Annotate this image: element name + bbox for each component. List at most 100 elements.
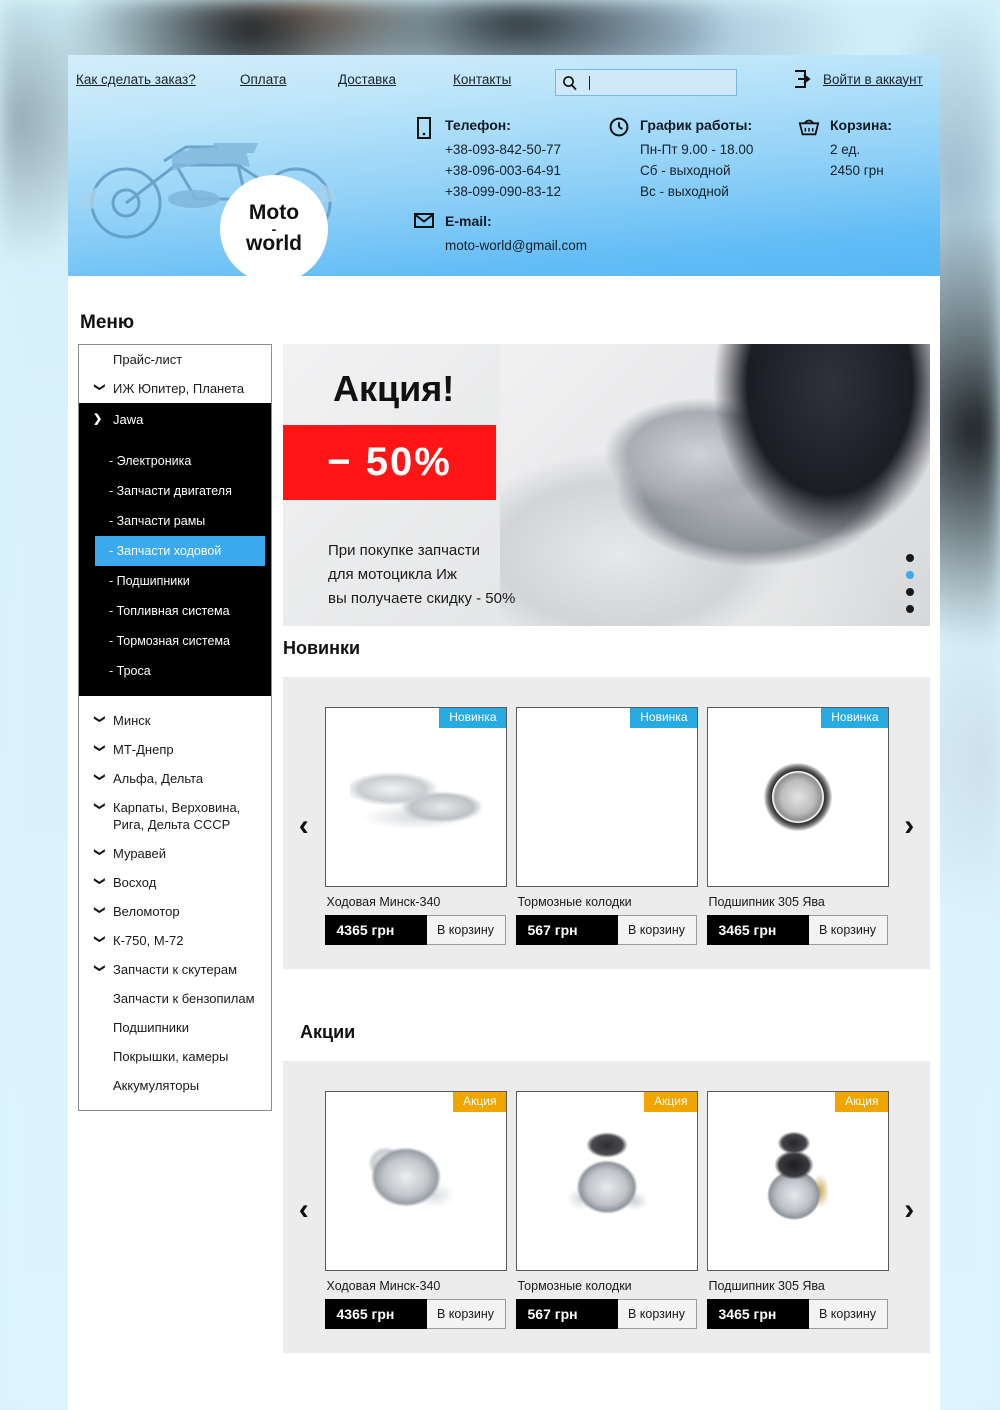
sidebar-item-bottom-8[interactable]: ❯ К-750, М-72 — [79, 926, 271, 955]
card-list: Акция Ходовая Минск-340 4365 грн В корзину А… — [324, 1091, 889, 1329]
nav-link-delivery[interactable]: Доставка — [338, 72, 396, 87]
phone-number-2[interactable]: +38-096-003-64-91 — [445, 160, 561, 181]
nav-link-payment[interactable]: Оплата — [240, 72, 286, 87]
menu-heading: Меню — [80, 312, 135, 333]
basket-icon — [798, 117, 820, 137]
search-input[interactable] — [590, 75, 720, 90]
sidebar-item-bottom-4[interactable]: ❯ Карпаты, Верховина, Рига, Дельта СССР — [79, 793, 271, 839]
phone-number-1[interactable]: +38-093-842-50-77 — [445, 139, 561, 160]
sidebar-subitem-6[interactable]: - Топливная система — [79, 596, 271, 626]
cart-total: 2450 грн — [830, 163, 884, 178]
product-name: Подшипник 305 Ява — [708, 1279, 825, 1293]
sidebar-subitem-2[interactable]: - Запчасти двигателя — [79, 476, 271, 506]
nav-link-how-to-order[interactable]: Как сделать заказ? — [76, 72, 196, 87]
add-to-cart-button[interactable]: В корзину — [808, 1299, 888, 1329]
sidebar-item-top-1[interactable]: Прайс-лист — [79, 345, 271, 374]
sidebar-item-bottom-5[interactable]: ❯ Муравей — [79, 839, 271, 868]
sidebar-item-bottom-10[interactable]: Запчасти к бензопилам — [79, 984, 271, 1013]
sidebar-subitem-1[interactable]: - Электроника — [79, 446, 271, 476]
carousel-next-arrow-icon[interactable]: › — [889, 809, 931, 843]
sidebar-group-header-jawa[interactable]: ❯ Jawa — [79, 403, 271, 436]
product-artwork-frame — [349, 745, 482, 849]
section-carousel-box: ‹ Акция Ходовая Минск-340 4365 грн В корзину… — [283, 1061, 930, 1353]
add-to-cart-button[interactable]: В корзину — [617, 1299, 697, 1329]
carousel-prev-arrow-icon[interactable]: ‹ — [283, 809, 325, 843]
status-badge: Акция — [453, 1092, 506, 1112]
product-image: Новинка — [515, 707, 698, 887]
hours-line-3: Вс - выходной — [640, 184, 729, 199]
carousel-next-arrow-icon[interactable]: › — [889, 1193, 931, 1227]
promo-banner[interactable]: Акция! − 50% При покупке запчасти для мот… — [283, 344, 930, 626]
contact-phone-block: Телефон: +38-093-842-50-77 +38-096-003-6… — [413, 117, 561, 202]
sidebar-subitem-7[interactable]: - Тормозная система — [79, 626, 271, 656]
sidebar-item-bottom-2[interactable]: ❯ МТ-Днепр — [79, 735, 271, 764]
account-login[interactable]: Войти в аккаунт — [793, 69, 923, 89]
promo-carousel-dots[interactable] — [906, 554, 914, 613]
add-to-cart-button[interactable]: В корзину — [617, 915, 697, 945]
product-card[interactable]: Новинка Подшипник 305 Ява 3465 грн В корзин… — [706, 707, 889, 945]
login-link[interactable]: Войти в аккаунт — [823, 72, 923, 87]
nav-link-contacts[interactable]: Контакты — [453, 72, 511, 87]
sidebar-item-label: Аккумуляторы — [113, 1078, 200, 1093]
email-address[interactable]: moto-world@gmail.com — [445, 235, 587, 256]
sidebar-item-bottom-7[interactable]: ❯ Веломотор — [79, 897, 271, 926]
sidebar-item-bottom-3[interactable]: ❯ Альфа, Дельта — [79, 764, 271, 793]
sidebar-subitem-4-active[interactable]: - Запчасти ходовой — [95, 536, 265, 566]
sidebar-item-label: Восход — [113, 875, 157, 890]
sidebar-item-label: Карпаты, Верховина, Рига, Дельта СССР — [113, 800, 241, 832]
product-image: Акция — [706, 1091, 889, 1271]
add-to-cart-button[interactable]: В корзину — [808, 915, 888, 945]
product-card[interactable]: Новинка Ходовая Минск-340 4365 грн В корзин… — [324, 707, 507, 945]
carousel: ‹ Акция Ходовая Минск-340 4365 грн В корзину… — [283, 1091, 930, 1329]
carousel-prev-arrow-icon[interactable]: ‹ — [283, 1193, 325, 1227]
promo-dot-3[interactable] — [906, 588, 914, 596]
product-name: Подшипник 305 Ява — [708, 895, 825, 909]
cart-title: Корзина: — [830, 117, 892, 133]
promo-dot-1[interactable] — [906, 554, 914, 562]
sidebar-subitem-3[interactable]: - Запчасти рамы — [79, 506, 271, 536]
sidebar-item-bottom-1[interactable]: ❯ Минск — [79, 706, 271, 735]
add-to-cart-button[interactable]: В корзину — [426, 1299, 506, 1329]
email-title: E-mail: — [445, 213, 492, 229]
sidebar-item-bottom-12[interactable]: Покрышки, камеры — [79, 1042, 271, 1071]
chevron-down-icon: ❯ — [93, 934, 106, 944]
product-card[interactable]: Акция Подшипник 305 Ява 3465 грн В корзину — [706, 1091, 889, 1329]
sidebar-item-bottom-13[interactable]: Аккумуляторы — [79, 1071, 271, 1100]
mobile-phone-icon — [413, 117, 435, 139]
product-artwork-carb2 — [731, 1129, 864, 1233]
product-card[interactable]: Новинка Тормозные колодки 567 грн В корзину — [515, 707, 698, 945]
sidebar-item-top-2[interactable]: ❯ ИЖ Юпитер, Планета — [79, 374, 271, 403]
hours-line-2: Сб - выходной — [640, 163, 731, 178]
status-badge: Акция — [835, 1092, 888, 1112]
sidebar-item-bottom-6[interactable]: ❯ Восход — [79, 868, 271, 897]
phone-number-3[interactable]: +38-099-090-83-12 — [445, 181, 561, 202]
sidebar-item-bottom-11[interactable]: Подшипники — [79, 1013, 271, 1042]
sidebar-item-label: МТ-Днепр — [113, 742, 174, 757]
sidebar-item-bottom-9[interactable]: ❯ Запчасти к скутерам — [79, 955, 271, 984]
search-icon — [563, 75, 577, 90]
promo-subtitle-line-1: При покупке запчасти — [328, 542, 480, 559]
promo-discount-value: − 50% — [327, 440, 452, 484]
product-artwork-discs — [541, 745, 673, 849]
logo-line-2: world — [246, 232, 302, 256]
promo-dot-2[interactable] — [906, 571, 914, 579]
contact-hours-block: График работы: Пн-Пт 9.00 - 18.00 Сб - в… — [608, 117, 753, 202]
sidebar-subitem-8[interactable]: - Троса — [79, 656, 271, 686]
section-title: Акции — [300, 1022, 356, 1042]
site-logo[interactable]: Moto - world — [220, 175, 328, 276]
status-badge: Новинка — [821, 708, 888, 728]
product-card[interactable]: Акция Тормозные колодки 567 грн В корзину — [515, 1091, 698, 1329]
contact-cart-block[interactable]: Корзина: 2 ед. 2450 грн — [798, 117, 892, 181]
product-card[interactable]: Акция Ходовая Минск-340 4365 грн В корзину — [324, 1091, 507, 1329]
product-image: Новинка — [324, 707, 507, 887]
search-box[interactable] — [555, 69, 737, 96]
promo-dot-4[interactable] — [906, 605, 914, 613]
chevron-down-icon: ❯ — [93, 905, 106, 915]
product-artwork-bearing — [731, 745, 864, 849]
sidebar-subitem-5[interactable]: - Подшипники — [79, 566, 271, 596]
add-to-cart-button[interactable]: В корзину — [426, 915, 506, 945]
chevron-down-icon: ❯ — [93, 382, 106, 392]
sidebar-item-label: Подшипники — [113, 1020, 189, 1035]
